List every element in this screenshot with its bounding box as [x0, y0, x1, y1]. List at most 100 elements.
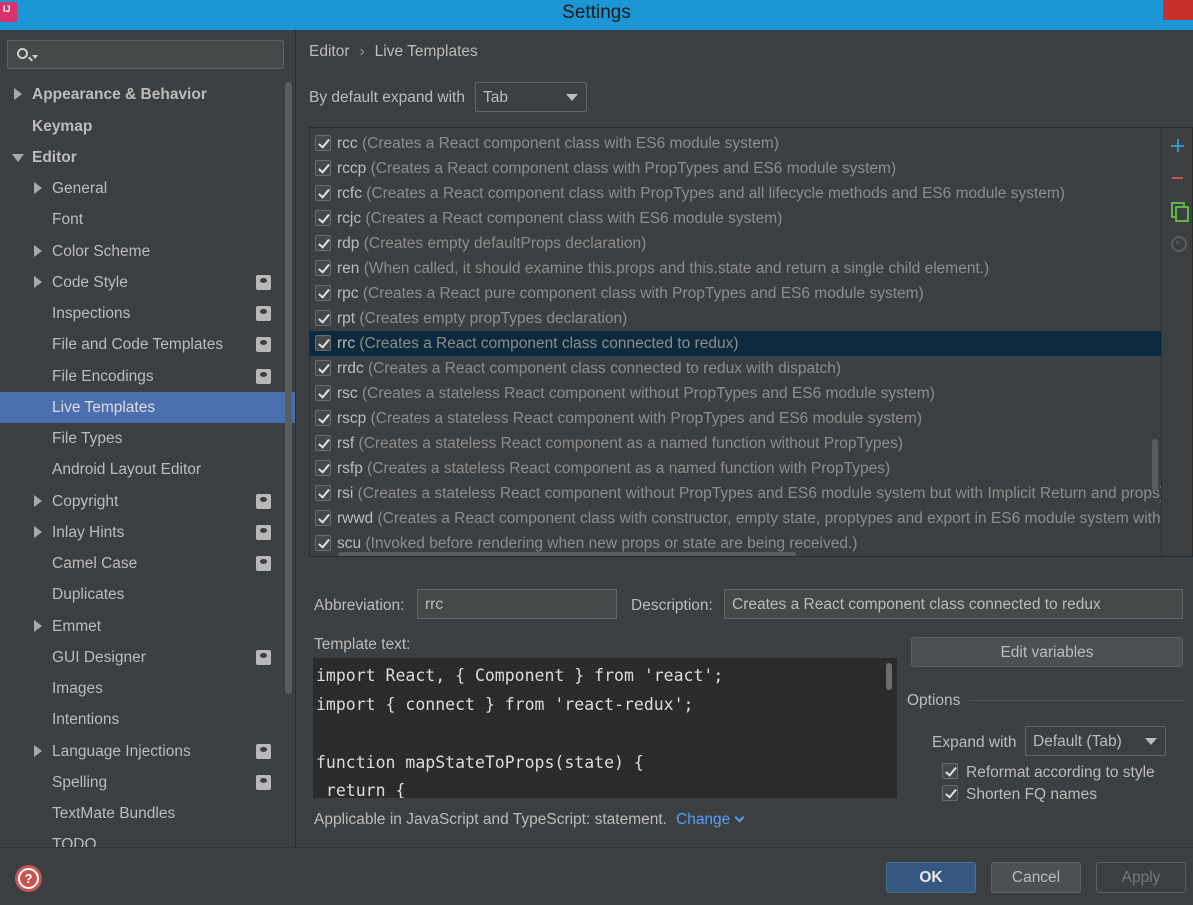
- expand-arrow-icon[interactable]: [32, 517, 44, 548]
- sidebar-item-textmate-bundles[interactable]: TextMate Bundles: [0, 798, 295, 829]
- template-enabled-checkbox[interactable]: [315, 335, 331, 351]
- template-enabled-checkbox[interactable]: [315, 460, 331, 476]
- template-enabled-checkbox[interactable]: [315, 385, 331, 401]
- sidebar-item-todo[interactable]: TODO: [0, 829, 295, 847]
- add-icon[interactable]: [1168, 136, 1188, 156]
- template-row[interactable]: rsc (Creates a stateless React component…: [310, 381, 1161, 406]
- template-row[interactable]: rpc (Creates a React pure component clas…: [310, 281, 1161, 306]
- template-enabled-checkbox[interactable]: [315, 160, 331, 176]
- sidebar-item-label: Live Templates: [52, 399, 156, 416]
- settings-search-input[interactable]: [7, 40, 284, 69]
- sidebar-scrollbar[interactable]: [285, 82, 292, 694]
- reformat-label: Reformat according to style: [966, 764, 1155, 781]
- abbreviation-field[interactable]: rrc: [417, 589, 617, 619]
- template-row[interactable]: rrdc (Creates a React component class co…: [310, 356, 1161, 381]
- expand-arrow-icon[interactable]: [32, 236, 44, 267]
- reformat-checkbox[interactable]: [942, 763, 958, 779]
- sidebar-item-label: File Types: [52, 430, 123, 447]
- sidebar-item-intentions[interactable]: Intentions: [0, 704, 295, 735]
- ok-button[interactable]: OK: [886, 862, 976, 893]
- template-row[interactable]: rsf (Creates a stateless React component…: [310, 431, 1161, 456]
- template-enabled-checkbox[interactable]: [315, 435, 331, 451]
- sidebar-item-editor[interactable]: Editor: [0, 142, 295, 173]
- templates-list[interactable]: rcc (Creates a React component class wit…: [310, 131, 1161, 556]
- expand-arrow-icon[interactable]: [32, 267, 44, 298]
- breadcrumb-parent: Editor: [309, 43, 350, 60]
- templates-vertical-scrollbar[interactable]: [1152, 439, 1158, 491]
- restore-defaults-icon[interactable]: [1168, 233, 1188, 253]
- template-enabled-checkbox[interactable]: [315, 210, 331, 226]
- sidebar-item-file-encodings[interactable]: File Encodings: [0, 361, 295, 392]
- template-row[interactable]: rwwd (Creates a React component class wi…: [310, 506, 1161, 531]
- template-enabled-checkbox[interactable]: [315, 360, 331, 376]
- apply-button[interactable]: Apply: [1096, 862, 1186, 893]
- expand-arrow-icon[interactable]: [32, 611, 44, 642]
- sidebar-item-inspections[interactable]: Inspections: [0, 298, 295, 329]
- sidebar-item-file-and-code-templates[interactable]: File and Code Templates: [0, 329, 295, 360]
- expand-arrow-icon[interactable]: [32, 736, 44, 767]
- expand-arrow-icon[interactable]: [32, 173, 44, 204]
- default-expand-select[interactable]: Tab: [475, 82, 587, 112]
- sidebar-item-camel-case[interactable]: Camel Case: [0, 548, 295, 579]
- template-row[interactable]: rpt (Creates empty propTypes declaration…: [310, 306, 1161, 331]
- sidebar-item-copyright[interactable]: Copyright: [0, 486, 295, 517]
- sidebar-item-android-layout-editor[interactable]: Android Layout Editor: [0, 454, 295, 485]
- sidebar-item-emmet[interactable]: Emmet: [0, 611, 295, 642]
- expand-with-select[interactable]: Default (Tab): [1025, 726, 1166, 756]
- template-enabled-checkbox[interactable]: [315, 485, 331, 501]
- template-row[interactable]: ren (When called, it should examine this…: [310, 256, 1161, 281]
- cancel-button[interactable]: Cancel: [991, 862, 1081, 893]
- template-enabled-checkbox[interactable]: [315, 510, 331, 526]
- expand-arrow-icon[interactable]: [12, 79, 24, 110]
- template-enabled-checkbox[interactable]: [315, 260, 331, 276]
- sidebar-item-language-injections[interactable]: Language Injections: [0, 736, 295, 767]
- sidebar-item-general[interactable]: General: [0, 173, 295, 204]
- template-row[interactable]: rsi (Creates a stateless React component…: [310, 481, 1161, 506]
- expand-arrow-icon[interactable]: [32, 486, 44, 517]
- search-history-dropdown-icon[interactable]: [32, 55, 38, 59]
- template-abbreviation: scu: [337, 535, 362, 552]
- sidebar-item-inlay-hints[interactable]: Inlay Hints: [0, 517, 295, 548]
- description-field[interactable]: Creates a React component class connecte…: [724, 589, 1183, 619]
- close-window-button[interactable]: [1163, 0, 1193, 20]
- help-icon[interactable]: [15, 865, 42, 892]
- template-row[interactable]: rdp (Creates empty defaultProps declarat…: [310, 231, 1161, 256]
- template-row-selected[interactable]: rrc (Creates a React component class con…: [310, 331, 1161, 356]
- templates-horizontal-scrollbar[interactable]: [338, 552, 796, 556]
- change-contexts-link[interactable]: Change: [676, 811, 745, 829]
- collapse-arrow-icon[interactable]: [12, 142, 24, 173]
- template-abbreviation: rrdc: [337, 360, 364, 377]
- sidebar-item-gui-designer[interactable]: GUI Designer: [0, 642, 295, 673]
- sidebar-item-color-scheme[interactable]: Color Scheme: [0, 236, 295, 267]
- edit-variables-button[interactable]: Edit variables: [911, 637, 1183, 667]
- template-text-editor[interactable]: import React, { Component } from 'react'…: [313, 658, 897, 798]
- editor-scrollbar[interactable]: [886, 663, 892, 690]
- sidebar-item-file-types[interactable]: File Types: [0, 423, 295, 454]
- sidebar-item-font[interactable]: Font: [0, 204, 295, 235]
- template-row[interactable]: rscp (Creates a stateless React componen…: [310, 406, 1161, 431]
- shorten-fq-names-checkbox[interactable]: [942, 785, 958, 801]
- template-enabled-checkbox[interactable]: [315, 185, 331, 201]
- template-row[interactable]: rcc (Creates a React component class wit…: [310, 131, 1161, 156]
- template-row[interactable]: rcfc (Creates a React component class wi…: [310, 181, 1161, 206]
- sidebar-item-images[interactable]: Images: [0, 673, 295, 704]
- template-enabled-checkbox[interactable]: [315, 410, 331, 426]
- sidebar-item-duplicates[interactable]: Duplicates: [0, 579, 295, 610]
- template-abbreviation: rpc: [337, 285, 359, 302]
- template-enabled-checkbox[interactable]: [315, 535, 331, 551]
- template-enabled-checkbox[interactable]: [315, 235, 331, 251]
- remove-icon[interactable]: [1168, 168, 1188, 188]
- sidebar-item-code-style[interactable]: Code Style: [0, 267, 295, 298]
- template-row[interactable]: rsfp (Creates a stateless React componen…: [310, 456, 1161, 481]
- sidebar-item-keymap[interactable]: Keymap: [0, 111, 295, 142]
- sidebar-item-spelling[interactable]: Spelling: [0, 767, 295, 798]
- template-enabled-checkbox[interactable]: [315, 310, 331, 326]
- copy-icon[interactable]: [1168, 200, 1189, 222]
- template-row[interactable]: rcjc (Creates a React component class wi…: [310, 206, 1161, 231]
- template-enabled-checkbox[interactable]: [315, 285, 331, 301]
- template-enabled-checkbox[interactable]: [315, 135, 331, 151]
- sidebar-item-live-templates[interactable]: Live Templates: [0, 392, 295, 423]
- template-row[interactable]: rccp (Creates a React component class wi…: [310, 156, 1161, 181]
- sidebar-item-appearance-behavior[interactable]: Appearance & Behavior: [0, 79, 295, 110]
- template-description: (Creates a stateless React component wit…: [357, 485, 1161, 502]
